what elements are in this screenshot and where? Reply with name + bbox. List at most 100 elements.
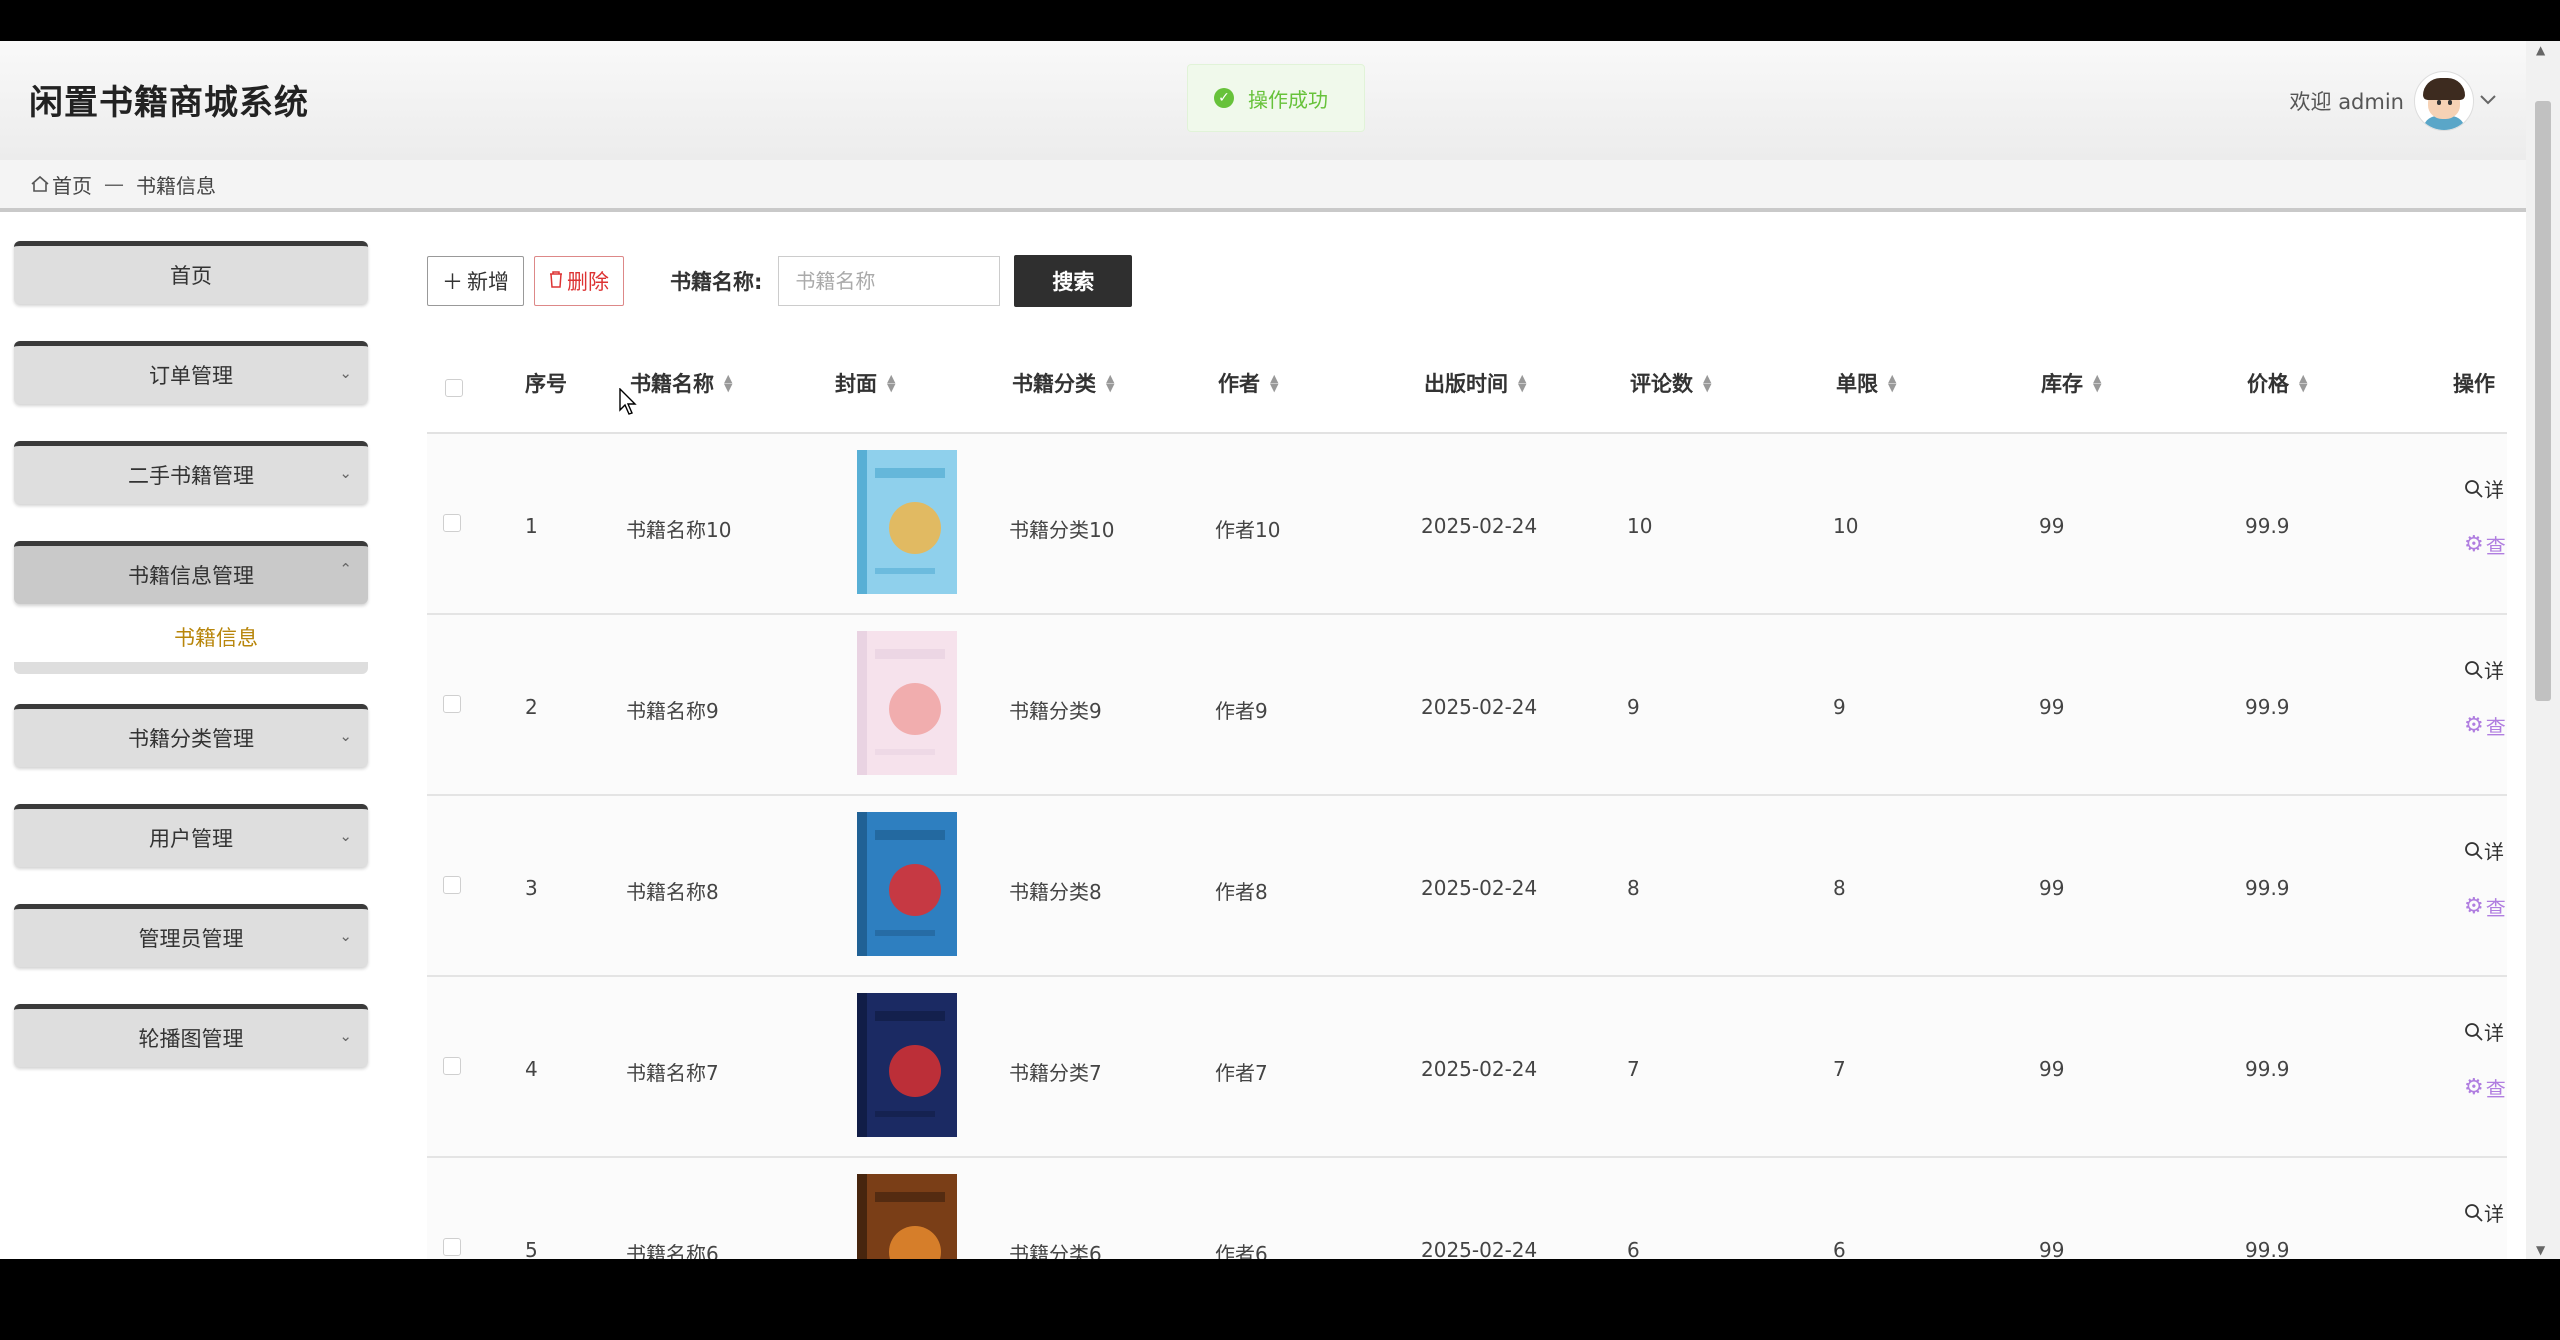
- sort-icon: ▲ ▼: [1888, 372, 1897, 394]
- add-button[interactable]: ＋ 新增: [427, 256, 524, 306]
- cell-author: 作者7: [1215, 1061, 1268, 1085]
- trash-icon: [549, 269, 563, 293]
- books-table: 序号 书籍名称 ▲ ▼ 封面 ▲ ▼ 书籍分类 ▲ ▼ 作者 ▲ ▼ 出版时间 ▲ ▼ 评论数 ▲ ▼ …: [427, 342, 2507, 1259]
- breadcrumb-separator: —: [104, 172, 124, 196]
- row-checkbox[interactable]: [443, 695, 461, 713]
- column-header-cover[interactable]: 封面 ▲ ▼: [835, 368, 895, 398]
- sort-icon: ▲ ▼: [1270, 372, 1279, 394]
- user-menu[interactable]: 欢迎 admin: [2290, 71, 2496, 131]
- column-header-name[interactable]: 书籍名称 ▲ ▼: [630, 368, 732, 398]
- gear-icon: ⚙: [2464, 894, 2484, 919]
- sort-icon: ▲ ▼: [1106, 372, 1115, 394]
- check-button[interactable]: ⚙查: [2464, 530, 2506, 559]
- search-button[interactable]: 搜索: [1014, 255, 1133, 307]
- check-button[interactable]: ⚙查: [2464, 1254, 2506, 1259]
- sidebar-item-label: 管理员管理: [138, 927, 244, 951]
- cell-comments: 10: [1627, 514, 1653, 538]
- table-row[interactable]: 3 书籍名称8 书籍分类8 作者8 2025-02-24 8 8 99 99.9 详 ⚙ 查: [427, 796, 2507, 977]
- row-checkbox[interactable]: [443, 1238, 461, 1256]
- check-button[interactable]: ⚙查: [2464, 892, 2506, 921]
- view-detail-label: 详: [2484, 659, 2504, 683]
- cell-comments: 7: [1627, 1057, 1640, 1081]
- scroll-up-icon: ▲: [2536, 43, 2546, 57]
- sort-icon: ▲ ▼: [1703, 372, 1712, 394]
- cell-price: 99.9: [2245, 876, 2290, 900]
- cell-date: 2025-02-24: [1421, 1238, 1538, 1259]
- sidebar-item-orders[interactable]: 订单管理 ⌄: [14, 341, 368, 404]
- sidebar-item-book-info-mgmt[interactable]: 书籍信息管理 ⌃: [14, 541, 368, 604]
- view-detail-button[interactable]: 详: [2464, 836, 2504, 865]
- cell-category: 书籍分类6: [1009, 1242, 1102, 1259]
- cell-limit: 9: [1833, 695, 1846, 719]
- column-header-comments[interactable]: 评论数 ▲ ▼: [1630, 368, 1711, 398]
- column-header-author[interactable]: 作者 ▲ ▼: [1218, 368, 1278, 398]
- cell-no: 1: [525, 514, 538, 538]
- table-row[interactable]: 1 书籍名称10 书籍分类10 作者10 2025-02-24 10 10 99 99.9 详 ⚙ 查: [427, 434, 2507, 615]
- search-icon: [2465, 479, 2483, 498]
- column-header-date[interactable]: 出版时间 ▲ ▼: [1424, 368, 1526, 398]
- cell-date: 2025-02-24: [1421, 1057, 1538, 1081]
- table-row[interactable]: 2 书籍名称9 书籍分类9 作者9 2025-02-24 9 9 99 99.9 详 ⚙ 查: [427, 615, 2507, 796]
- sidebar-item-book-category[interactable]: 书籍分类管理 ⌄: [14, 704, 368, 767]
- cell-price: 99.9: [2245, 1238, 2290, 1259]
- column-header-category[interactable]: 书籍分类 ▲ ▼: [1012, 368, 1114, 398]
- breadcrumb-home[interactable]: 首页: [52, 170, 92, 199]
- book-cover-image: [857, 812, 957, 956]
- sidebar-item-label: 二手书籍管理: [128, 464, 254, 488]
- sidebar-item-home[interactable]: 首页: [14, 241, 368, 304]
- column-header-price[interactable]: 价格 ▲ ▼: [2247, 368, 2307, 398]
- sidebar-item-label: 首页: [170, 264, 212, 288]
- vertical-scrollbar[interactable]: ▲ ▼: [2526, 41, 2560, 1259]
- search-input[interactable]: [778, 256, 1001, 306]
- column-header-limit[interactable]: 单限 ▲ ▼: [1836, 368, 1896, 398]
- cell-stock: 99: [2039, 514, 2065, 538]
- avatar[interactable]: [2414, 71, 2474, 131]
- sidebar-item-admins[interactable]: 管理员管理 ⌄: [14, 904, 368, 967]
- add-button-label: 新增: [467, 270, 509, 294]
- view-detail-button[interactable]: 详: [2464, 655, 2504, 684]
- sidebar-item-users[interactable]: 用户管理 ⌄: [14, 804, 368, 867]
- sidebar-item-label: 用户管理: [149, 827, 233, 851]
- cell-limit: 8: [1833, 876, 1846, 900]
- cell-comments: 8: [1627, 876, 1640, 900]
- column-header-no[interactable]: 序号: [525, 368, 567, 398]
- sidebar-item-carousel[interactable]: 轮播图管理 ⌄: [14, 1004, 368, 1067]
- row-checkbox[interactable]: [443, 514, 461, 532]
- breadcrumb: 首页 — 书籍信息: [0, 160, 2526, 212]
- select-all-checkbox[interactable]: [445, 379, 463, 397]
- chevron-down-icon[interactable]: [2480, 93, 2496, 109]
- chevron-down-icon: ⌄: [339, 827, 352, 845]
- row-checkbox[interactable]: [443, 1057, 461, 1075]
- scrollbar-thumb[interactable]: [2535, 101, 2551, 701]
- column-header-stock[interactable]: 库存 ▲ ▼: [2041, 368, 2101, 398]
- cell-no: 4: [525, 1057, 538, 1081]
- search-icon: [2465, 1022, 2483, 1041]
- check-button[interactable]: ⚙查: [2464, 1073, 2506, 1102]
- cell-comments: 6: [1627, 1238, 1640, 1259]
- sort-icon: ▲ ▼: [724, 372, 733, 394]
- table-row[interactable]: 5 书籍名称6 书籍分类6 作者6 2025-02-24 6 6 99 99.9 详 ⚙查: [427, 1158, 2507, 1259]
- cell-name: 书籍名称6: [626, 1242, 719, 1259]
- toolbar: ＋ 新增 删除 书籍名称: 搜索: [427, 254, 1133, 308]
- table-row[interactable]: 4 书籍名称7 书籍分类7 作者7 2025-02-24 7 7 99 99.9 详 ⚙ 查: [427, 977, 2507, 1158]
- sidebar-subitem-book-info[interactable]: 书籍信息: [174, 622, 258, 652]
- book-cover-image: [857, 1174, 957, 1259]
- success-toast: ✓ 操作成功: [1187, 64, 1365, 132]
- cell-date: 2025-02-24: [1421, 514, 1538, 538]
- cell-no: 2: [525, 695, 538, 719]
- search-icon: [2465, 1203, 2483, 1222]
- row-checkbox[interactable]: [443, 876, 461, 894]
- sidebar-item-used-books[interactable]: 二手书籍管理 ⌄: [14, 441, 368, 504]
- check-label: 查: [2485, 1077, 2506, 1101]
- view-detail-button[interactable]: 详: [2464, 1198, 2504, 1227]
- chevron-down-icon: ⌄: [339, 927, 352, 945]
- search-icon: [2465, 841, 2483, 860]
- submenu-book-info: 书籍信息: [14, 604, 368, 674]
- toast-message: 操作成功: [1248, 87, 1328, 112]
- view-detail-button[interactable]: 详: [2464, 1017, 2504, 1046]
- cell-price: 99.9: [2245, 695, 2290, 719]
- check-button[interactable]: ⚙查: [2464, 711, 2506, 740]
- delete-button[interactable]: 删除: [534, 256, 624, 306]
- view-detail-button[interactable]: 详: [2464, 474, 2504, 503]
- chevron-up-icon: ⌃: [339, 560, 352, 578]
